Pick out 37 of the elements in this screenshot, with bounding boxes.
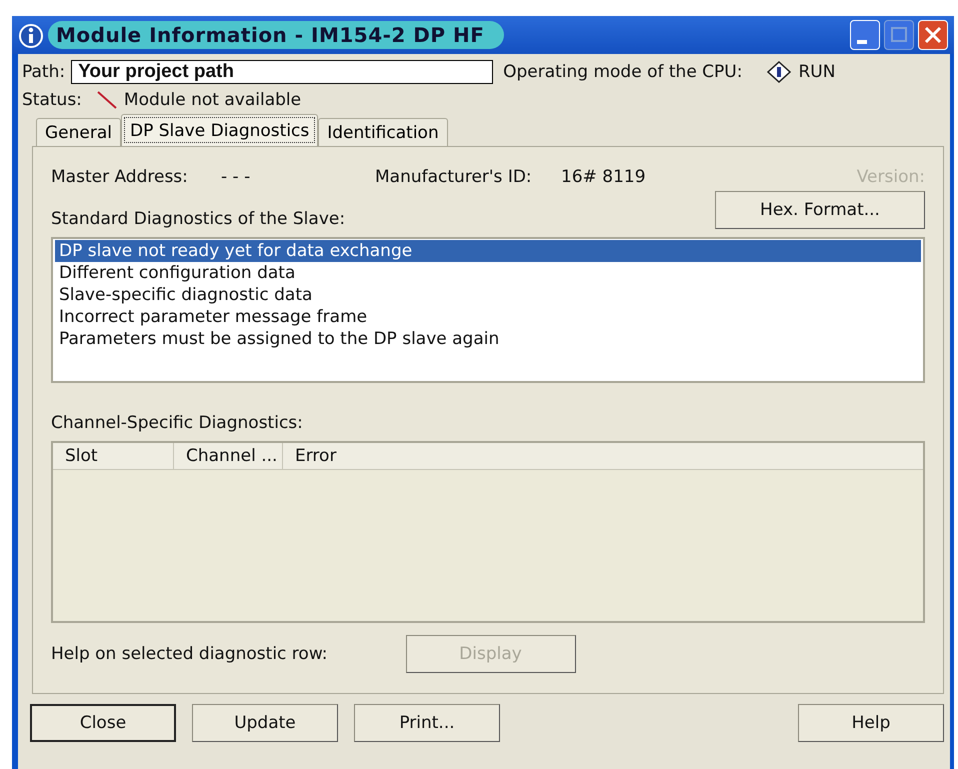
slash-icon [96, 90, 118, 110]
diamond-icon [766, 61, 792, 83]
operating-mode-value: RUN [798, 62, 836, 82]
manufacturer-id-label: Manufacturer's ID: [375, 167, 533, 187]
minimize-button[interactable] [850, 20, 880, 50]
dialog-button[interactable]: Help [798, 704, 944, 742]
close-button[interactable] [918, 20, 948, 50]
help-row-label: Help on selected diagnostic row: [51, 644, 328, 664]
master-address-label: Master Address: [51, 167, 189, 187]
tab[interactable]: General [36, 118, 121, 146]
dialog-button[interactable]: Print... [354, 704, 500, 742]
list-item[interactable]: Incorrect parameter message frame [55, 306, 921, 328]
window-title: Module Information - IM154-2 DP HF [48, 21, 504, 49]
tab[interactable]: DP Slave Diagnostics [121, 114, 318, 146]
path-field[interactable]: Your project path [71, 60, 494, 84]
dialog-button[interactable]: Close [30, 704, 176, 742]
operating-mode-label: Operating mode of the CPU: [503, 62, 742, 82]
channel-diagnostics-label: Channel-Specific Diagnostics: [51, 413, 304, 433]
list-item[interactable]: DP slave not ready yet for data exchange [55, 240, 921, 262]
path-label: Path: [22, 62, 66, 82]
dialog-button[interactable]: Update [192, 704, 338, 742]
info-icon [18, 22, 44, 48]
column-header[interactable]: Channel ... [174, 443, 283, 469]
status-label: Status: [22, 90, 82, 110]
status-value: Module not available [124, 90, 302, 110]
tab[interactable]: Identification [318, 118, 448, 146]
hex-format-button[interactable]: Hex. Format... [715, 191, 925, 229]
manufacturer-id-value: 16# 8119 [561, 167, 646, 187]
minimize-icon [857, 40, 867, 44]
column-header[interactable]: Slot [53, 443, 174, 469]
list-item[interactable]: Different configuration data [55, 262, 921, 284]
list-item[interactable]: Parameters must be assigned to the DP slave again [55, 328, 921, 350]
list-item[interactable]: Slave-specific diagnostic data [55, 284, 921, 306]
master-address-value: - - - [221, 167, 252, 187]
version-label: Version: [856, 167, 925, 187]
standard-diagnostics-label: Standard Diagnostics of the Slave: [51, 209, 346, 229]
column-header[interactable]: Error [283, 443, 923, 469]
